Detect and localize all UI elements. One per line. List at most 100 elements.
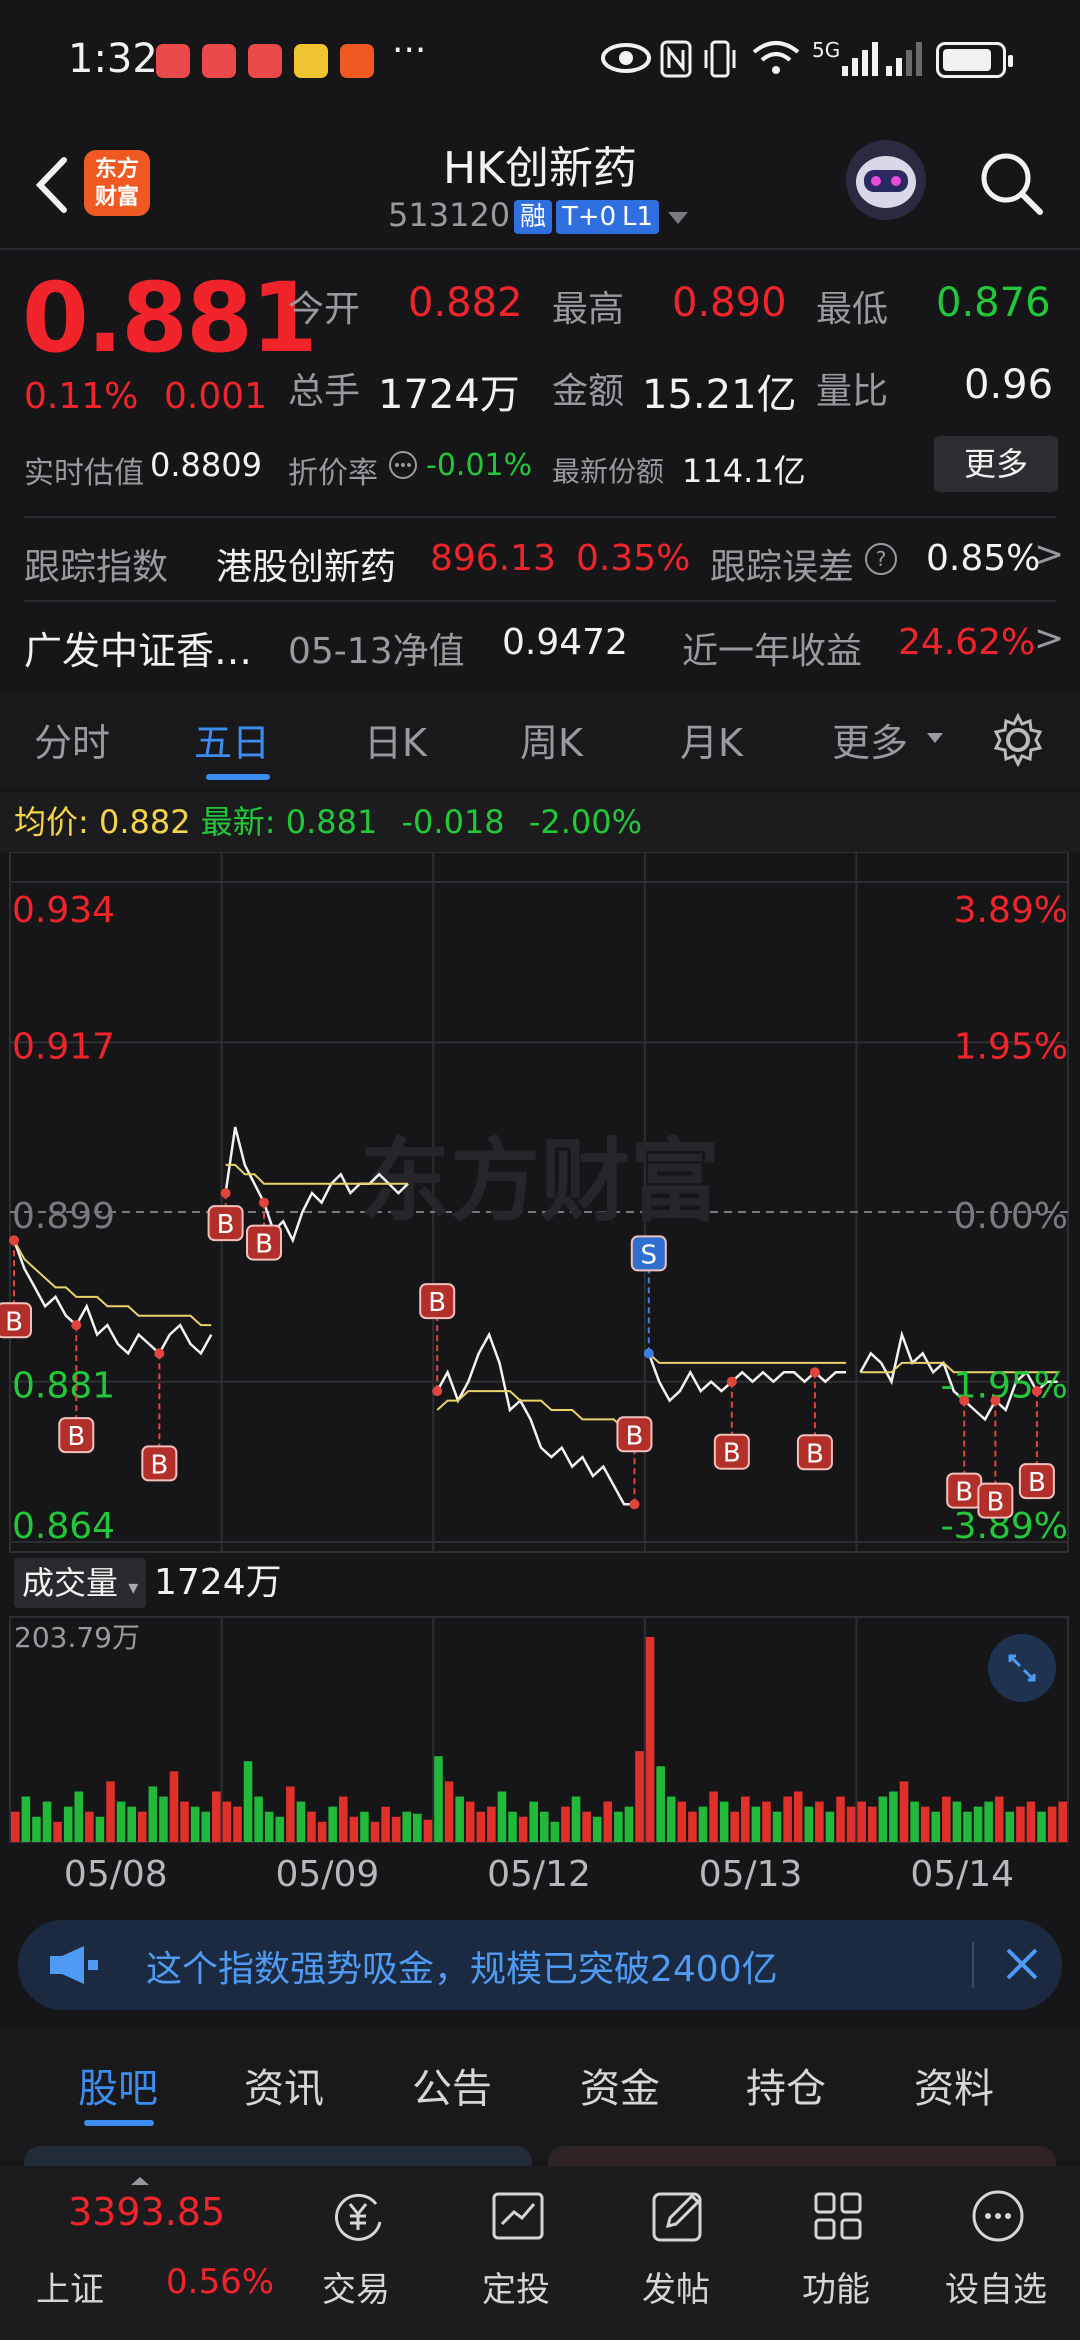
volume-bar [984,1801,993,1842]
volume-bar [867,1806,877,1842]
tab-capital[interactable]: 资金 [580,2056,660,2114]
content-tabs: 股吧 资讯 公告 资金 持仓 资料 [0,2028,1080,2160]
volume-bar [666,1796,676,1842]
buy-marker-label: B [806,1439,824,1469]
volume-bar [846,1806,856,1842]
tab-weekly-k[interactable]: 周K [520,712,583,767]
caret-down-icon[interactable] [926,732,944,744]
trade-label[interactable]: 交易 [296,2262,416,2311]
trade-icon[interactable] [326,2184,390,2248]
volume-bar [793,1791,803,1842]
volume-bar [275,1816,285,1842]
volume-bar [402,1811,412,1842]
add-watchlist-label[interactable]: 设自选 [936,2262,1056,2311]
volume-bar [603,1801,613,1842]
app-notification-icon [202,44,236,78]
volume-bar [677,1801,687,1842]
volume-bar [942,1796,951,1842]
tab-profile[interactable]: 资料 [914,2056,994,2114]
ad-banner[interactable]: 这个指数强势吸金，规模已突破2400亿 [18,1920,1062,2010]
volume-bar [698,1806,708,1842]
robot-assistant-icon[interactable] [846,140,926,220]
sh-index-pct: 0.56% [166,2262,275,2302]
help-icon[interactable]: ? [864,542,898,576]
tab-daily-k[interactable]: 日K [364,712,427,767]
close-icon[interactable] [1004,1946,1040,1982]
volume-bar [243,1761,253,1842]
add-watchlist-icon[interactable] [966,2184,1030,2248]
fund-name[interactable]: 广发中证香… [24,620,252,675]
volume-bar [63,1806,73,1842]
buy-marker-label: B [5,1307,23,1337]
volume-indicator-select[interactable]: 成交量 ▾ [14,1558,147,1608]
volume-bar [772,1811,782,1842]
volume-bar [963,1811,972,1842]
volume-bar [233,1806,242,1842]
volume-bar [338,1796,348,1842]
tracking-index-value: 896.13 [430,538,556,579]
app-notification-icon [340,44,374,78]
volume-bar [74,1791,84,1842]
functions-grid-icon[interactable] [806,2184,870,2248]
vibrate-icon [704,40,736,78]
chevron-right-icon[interactable]: > [1034,534,1064,575]
volume-bar [32,1816,41,1842]
signal-icon [842,42,878,76]
tab-holdings[interactable]: 持仓 [746,2056,826,2114]
volume-max-label: 203.79万 [14,1621,140,1654]
five-day-price-chart[interactable]: 东方财富0.934 3.89%0.917 1.95%0.899 0.00%0.881-… [0,852,1080,1902]
volume-bar [508,1811,517,1842]
discount-value: -0.01% [426,448,533,483]
volume-bar [751,1806,761,1842]
volume-bar [656,1766,665,1842]
post-icon[interactable] [646,2184,710,2248]
margin-tag: 融 [514,200,553,234]
chevron-right-icon[interactable]: > [1034,618,1064,659]
volume-bar [137,1811,147,1842]
ratio-label: 量比 [816,371,889,412]
volume-bar [645,1637,655,1842]
weibo-icon [294,44,328,78]
info-dots-icon[interactable] [388,450,418,480]
sh-index-name[interactable]: 上证 [36,2262,104,2311]
app-header: HK创新药 东方 财富 513120 融 T+0 L1 [0,120,1080,250]
battery-icon [936,42,1013,78]
discount-label: 折价率 [288,456,378,491]
avg-price-line [648,1352,847,1364]
investment-plan-label[interactable]: 定投 [456,2262,576,2311]
gear-icon[interactable] [990,712,1046,768]
volume-bar [1047,1806,1057,1842]
volume-bar [550,1821,560,1842]
x-axis-date-label: 05/08 [64,1854,168,1895]
sh-index-value[interactable]: 3393.85 [68,2190,225,2234]
latest-change: -0.018 [401,803,505,841]
volume-bar [878,1796,888,1842]
more-button[interactable]: 更多 [934,436,1058,492]
search-icon[interactable] [976,148,1046,218]
tab-forum[interactable]: 股吧 [78,2056,158,2114]
tracking-index-name[interactable]: 港股创新药 [216,538,396,590]
tab-monthly-k[interactable]: 月K [680,712,743,767]
buy-point [71,1320,82,1331]
tab-five-day[interactable]: 五日 [194,712,270,767]
network-type: 5G [812,38,841,62]
high-label: 最高 [552,289,625,330]
post-label[interactable]: 发帖 [616,2262,736,2311]
volume-bar [688,1811,697,1842]
tab-intraday[interactable]: 分时 [34,712,110,767]
tab-announcements[interactable]: 公告 [412,2056,492,2114]
back-arrow-icon[interactable] [24,150,84,220]
buy-marker-label: B [955,1478,973,1508]
volume-bar [857,1801,866,1842]
buy-marker-label: B [428,1288,446,1318]
tab-news[interactable]: 资讯 [244,2056,324,2114]
functions-label[interactable]: 功能 [776,2262,896,2311]
change-percent: 0.11% [24,376,139,417]
tab-more[interactable]: 更多 [832,712,908,767]
buy-point [959,1395,970,1406]
expand-chart-icon[interactable] [988,1634,1056,1702]
dropdown-icon[interactable] [668,212,688,224]
investment-plan-icon[interactable] [486,2184,550,2248]
sell-point [643,1348,654,1359]
volume-bar [910,1801,919,1842]
